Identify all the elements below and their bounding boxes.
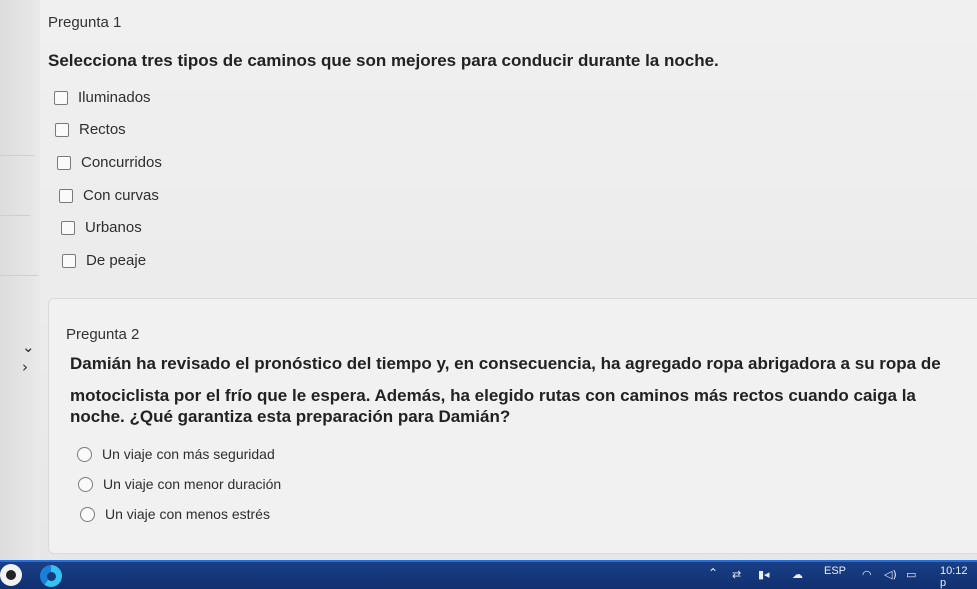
checkbox[interactable] — [57, 155, 71, 170]
clock[interactable]: 10:12 p — [940, 565, 973, 589]
question-1-card — [0, 0, 977, 298]
checkbox[interactable] — [55, 122, 69, 137]
option-iluminados[interactable]: Iluminados — [54, 89, 151, 106]
onedrive-icon[interactable]: ☁ — [792, 568, 803, 581]
media-icon[interactable]: ▮◂ — [758, 568, 770, 581]
option-concurridos[interactable]: Concurridos — [57, 154, 162, 171]
checkbox[interactable] — [62, 253, 76, 268]
option-label: Concurridos — [81, 154, 162, 171]
option-label: Iluminados — [78, 89, 151, 106]
option-label: Urbanos — [85, 219, 142, 236]
option-menor-duracion[interactable]: Un viaje con menor duración — [78, 476, 281, 492]
language-indicator[interactable]: ESP — [824, 565, 846, 577]
network-icon[interactable]: ⇄ — [732, 568, 741, 581]
option-label: Con curvas — [83, 187, 159, 204]
option-label: Un viaje con menos estrés — [105, 506, 270, 522]
quiz-page: ⌄ › Pregunta 1 Selecciona tres tipos de … — [0, 0, 977, 589]
option-de-peaje[interactable]: De peaje — [62, 252, 146, 269]
chevron-up-icon[interactable]: ⌃ — [708, 566, 718, 580]
option-mas-seguridad[interactable]: Un viaje con más seguridad — [77, 446, 275, 462]
chevron-right-icon[interactable]: › — [22, 358, 28, 376]
question-2-title: Pregunta 2 — [66, 326, 140, 343]
checkbox[interactable] — [61, 220, 75, 235]
option-rectos[interactable]: Rectos — [55, 121, 126, 138]
radio-button[interactable] — [78, 476, 93, 492]
option-con-curvas[interactable]: Con curvas — [59, 187, 159, 204]
option-label: Rectos — [79, 121, 126, 138]
volume-icon[interactable]: ◁) — [884, 568, 897, 581]
option-urbanos[interactable]: Urbanos — [61, 219, 142, 236]
option-label: Un viaje con más seguridad — [102, 446, 275, 462]
option-label: Un viaje con menor duración — [103, 476, 282, 492]
radio-button[interactable] — [80, 506, 95, 522]
option-menos-estres[interactable]: Un viaje con menos estrés — [80, 506, 270, 522]
option-label: De peaje — [86, 252, 147, 269]
start-icon[interactable] — [0, 564, 22, 586]
question-2-line-1: Damián ha revisado el pronóstico del tie… — [70, 354, 941, 373]
battery-icon[interactable]: ▭ — [906, 568, 916, 581]
question-1-title: Pregunta 1 — [48, 14, 122, 31]
question-2-line-3: noche. ¿Qué garantiza esta preparación p… — [70, 407, 511, 426]
wifi-icon[interactable]: ◠ — [862, 568, 872, 581]
chevron-down-icon[interactable]: ⌄ — [22, 338, 35, 356]
taskbar: ⌃ ⇄ ▮◂ ☁ ESP ◠ ◁) ▭ 10:12 p — [0, 560, 977, 589]
checkbox[interactable] — [54, 90, 68, 105]
checkbox[interactable] — [59, 188, 73, 203]
radio-button[interactable] — [77, 446, 92, 462]
edge-browser-icon[interactable] — [40, 565, 62, 587]
question-1-text: Selecciona tres tipos de caminos que son… — [48, 51, 719, 70]
